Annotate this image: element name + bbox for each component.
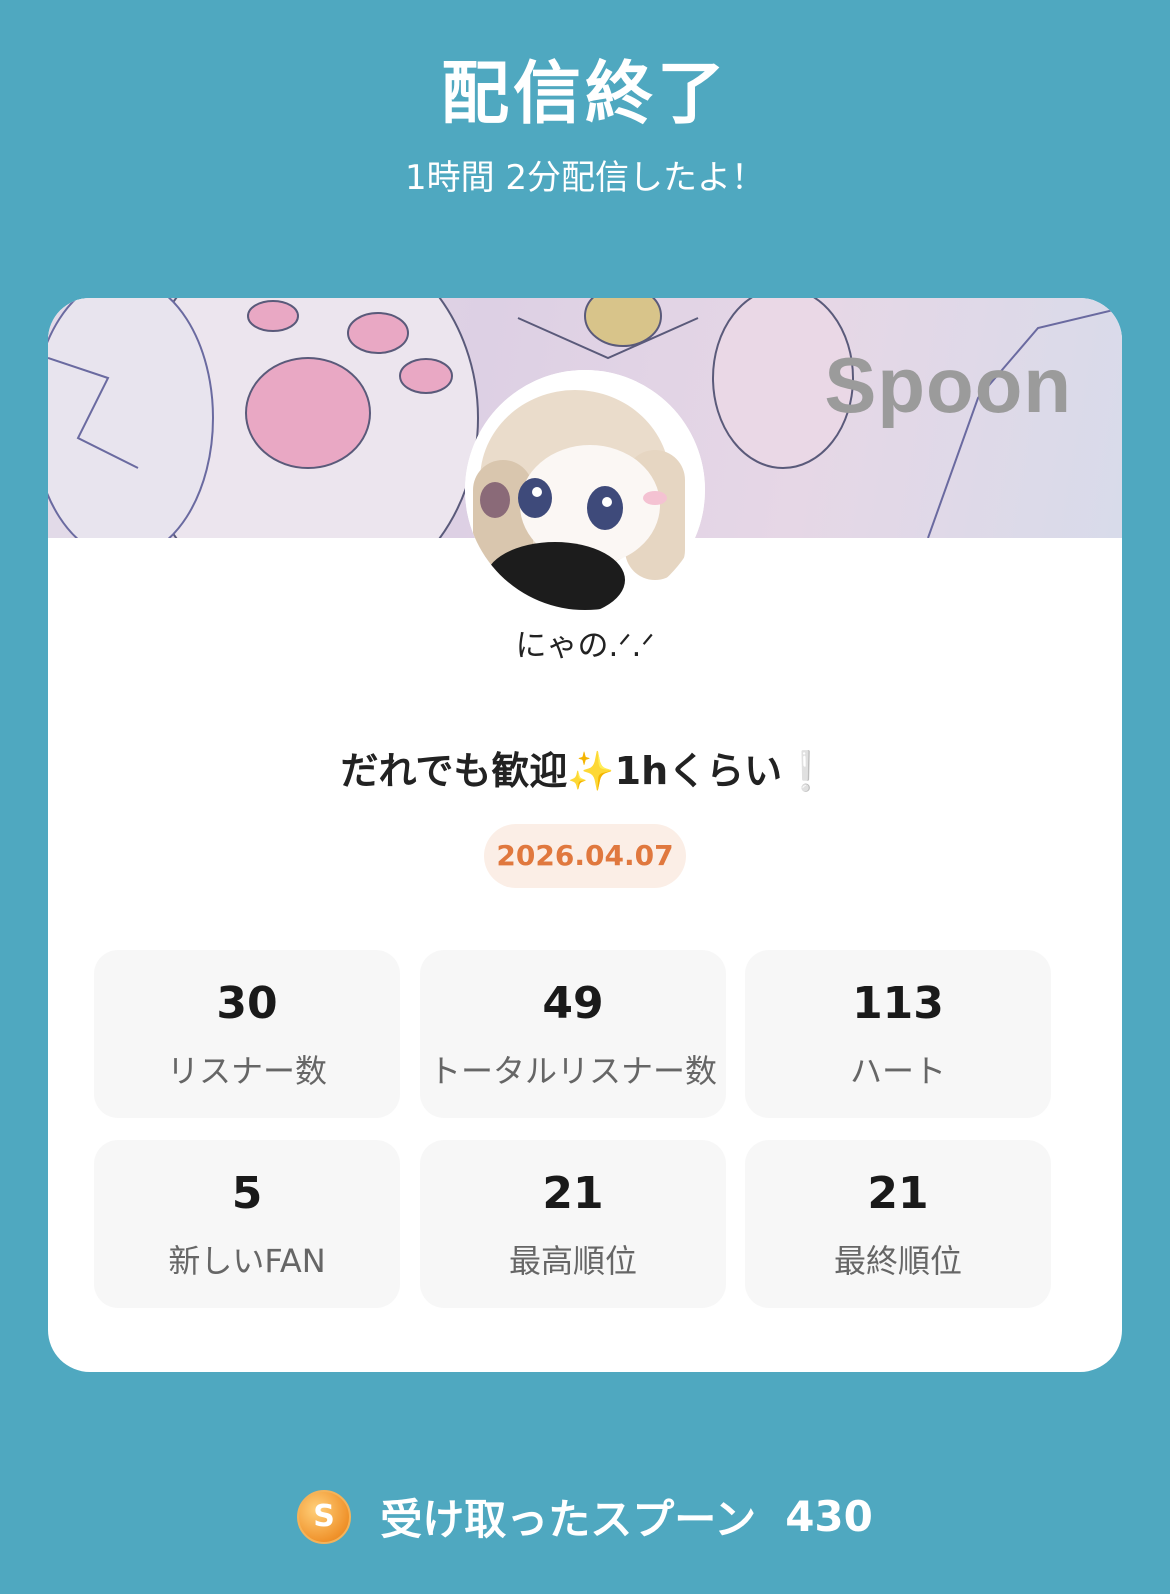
stat-hearts: 113 ハート [745, 950, 1051, 1118]
broadcast-duration: 1時間 2分配信したよ！ [404, 158, 766, 198]
date-badge: 2026.04.07 [484, 824, 686, 888]
stat-value: 5 [231, 1168, 263, 1219]
stat-label: 最終順位 [833, 1242, 962, 1280]
received-spoons-count: 430 [785, 1492, 873, 1541]
stat-total-listeners: 49 トータルリスナー数 [420, 950, 726, 1118]
received-spoons-label: 受け取ったスプーン [380, 1495, 757, 1544]
stat-value: 30 [216, 978, 278, 1029]
avatar [465, 370, 705, 610]
stat-label: ハート [849, 1052, 946, 1090]
broadcast-summary-card: Spoon にゃの.ᐟ.ᐟ だれでも歓迎✨1hくらい❕ 2026.04.07 3… [48, 298, 1122, 1372]
stat-best-rank: 21 最高順位 [420, 1140, 726, 1308]
stat-new-fans: 5 新しいFAN [94, 1140, 400, 1308]
stat-value: 21 [542, 1168, 604, 1219]
spoon-coin-icon: S [297, 1489, 352, 1544]
stat-label: トータルリスナー数 [428, 1052, 717, 1090]
live-title: だれでも歓迎✨1hくらい❕ [340, 749, 830, 793]
page-title: 配信終了 [440, 55, 729, 134]
stat-label: リスナー数 [166, 1052, 327, 1090]
username: にゃの.ᐟ.ᐟ [515, 628, 655, 664]
spoon-logo: Spoon [824, 341, 1072, 429]
received-spoons: S 受け取ったスプーン 430 [0, 1486, 1170, 1546]
stat-value: 49 [542, 978, 604, 1029]
stat-listeners: 30 リスナー数 [94, 950, 400, 1118]
stat-final-rank: 21 最終順位 [745, 1140, 1051, 1308]
stat-value: 113 [852, 978, 944, 1029]
stat-value: 21 [867, 1168, 929, 1219]
stat-label: 新しいFAN [168, 1242, 326, 1280]
stat-label: 最高順位 [508, 1242, 637, 1280]
